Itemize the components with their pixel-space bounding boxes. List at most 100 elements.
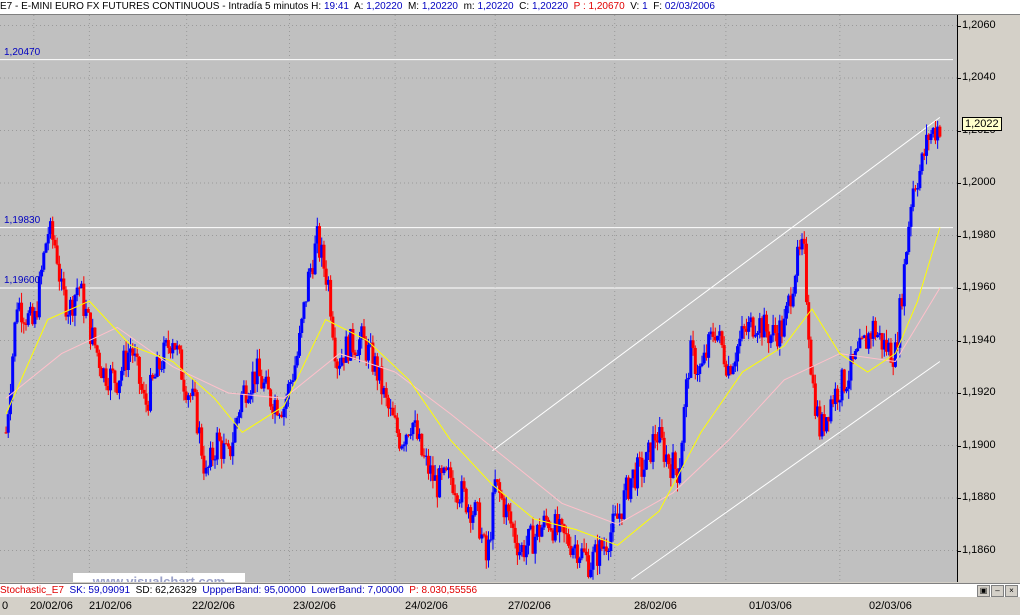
candle-body [489,539,493,541]
candle-body [764,314,768,332]
stochastic-sk: SK: 59,09091 [69,585,131,596]
candle-body [217,432,221,441]
candle-body [782,318,786,337]
candle-body [784,305,788,319]
candle-body [491,492,495,540]
candle-body [873,320,877,338]
restore-icon[interactable]: ▣ [977,585,990,597]
y-tick-mark [958,550,961,552]
candle-body [458,502,462,504]
candle-body [858,337,862,349]
candle-body [511,523,515,528]
x-tick-label: 28/02/06 [634,600,677,612]
candle-body [393,415,397,418]
y-tick-mark [958,78,961,79]
previous-label: P : [573,1,586,12]
candle-body [266,376,270,390]
x-tick-label: 22/02/06 [192,600,235,612]
candle-body [591,551,595,570]
candle-body [162,342,166,369]
high-label: M: [407,1,420,12]
candle-body [753,334,757,337]
y-tick-label: 1,2060 [962,18,996,31]
candle-body [13,322,17,357]
candle-body [918,171,922,189]
channel-upper-line [492,116,941,452]
close-icon[interactable]: × [1005,585,1018,597]
candle-body [66,314,70,317]
y-tick-label: 1,1980 [962,228,996,241]
candle-body [607,550,611,552]
candle-body [571,548,575,555]
stochastic-indicator-bar: Stochastic_E7 SK: 59,09091 SD: 62,26329 … [0,583,1020,597]
price-axis[interactable]: 1,20601,20401,20201,20001,19801,19601,19… [958,15,1020,582]
candle-body [64,289,68,317]
candle-body [909,207,913,227]
candle-body [62,278,66,290]
candle-body [524,545,528,558]
candle-body [240,393,244,413]
candle-body [353,352,357,356]
y-tick-label: 1,2040 [962,71,996,83]
candle-body [471,515,475,523]
candle-body [842,369,846,392]
time-axis[interactable]: 0 20/02/06 21/02/06 22/02/06 23/02/06 24/02/… [0,597,1020,615]
candle-body [847,380,851,389]
candle-body [691,340,695,348]
candle-body [46,234,50,244]
x-tick-label: 23/02/06 [293,600,336,612]
candle-body [398,433,402,449]
candle-body [698,366,702,374]
candle-body [73,295,77,316]
candle-body [331,316,335,338]
hour-value: 19:41 [323,1,349,12]
candle-body [75,287,79,296]
candle-body [180,349,184,380]
candle-body [920,153,924,172]
candle-body [275,400,279,416]
candle-body [262,382,266,389]
candle-body [204,467,208,474]
price-chart[interactable] [0,15,957,582]
candle-body [660,427,664,438]
candle-body [329,279,333,317]
price-chart-area[interactable]: 1,20470 1,19830 1,19600 www.visualchart.co… [0,15,958,582]
candle-body [233,423,237,443]
candle-body [736,346,740,362]
candle-body [404,434,408,445]
date-label: F: [653,1,663,12]
candle-body [473,502,477,516]
candle-body [55,245,59,264]
candle-body [856,348,860,352]
y-tick-label: 1,2000 [962,176,996,188]
candle-body [193,388,197,393]
x-tick-label: 02/03/06 [869,600,912,612]
candle-body [95,345,99,353]
hour-label: H: [311,1,322,12]
candle-body [137,356,141,384]
x-tick-label: 20/02/06 [30,600,73,612]
candle-body [811,374,815,384]
candle-body [282,408,286,418]
candle-body [693,347,697,375]
low-label: m: [463,1,475,12]
candle-body [622,490,626,519]
minimize-icon[interactable]: – [991,585,1004,597]
candle-body [860,337,864,339]
candle-body [306,271,310,302]
y-tick-mark [958,25,961,27]
candle-body [653,434,657,441]
instrument-name: - E-MINI EURO FX FUTURES CONTINUOUS - In… [15,1,309,12]
candle-body [411,422,415,435]
candle-body [905,252,909,265]
y-tick-label: 1,1860 [962,543,996,556]
candle-body [300,318,304,333]
candle-body [567,534,571,546]
candle-body [420,433,424,456]
candle-body [629,478,633,499]
candle-body [682,407,686,443]
xaxis-start: 0 [2,600,9,612]
candle-body [844,388,848,392]
y-tick-mark [958,340,961,342]
close-value: 1,20220 [531,1,569,12]
